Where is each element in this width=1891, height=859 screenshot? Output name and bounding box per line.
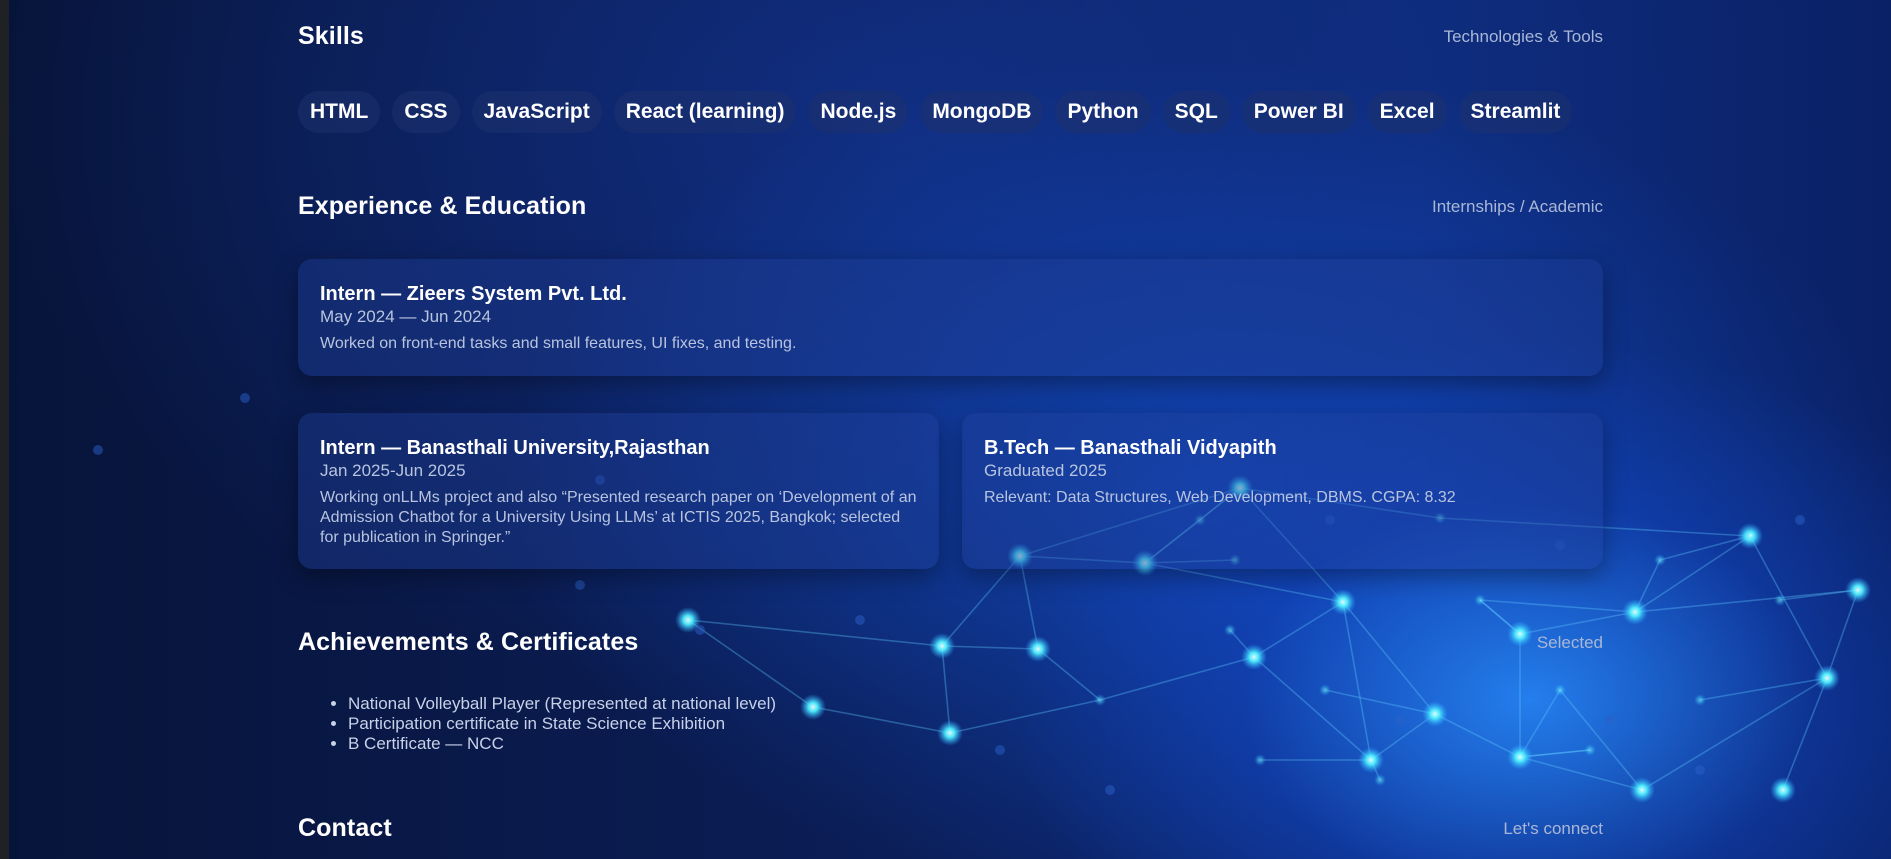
network-node	[1358, 747, 1384, 773]
network-link	[1782, 677, 1828, 791]
network-node	[1745, 529, 1757, 541]
network-link	[1342, 601, 1372, 761]
skill-chip: SQL	[1162, 91, 1230, 133]
contact-section-header: Contact Let's connect	[298, 814, 1603, 846]
network-link	[1826, 589, 1859, 679]
network-node	[800, 694, 826, 720]
network-node	[1694, 694, 1706, 706]
card-description: Working onLLMs project and also “Present…	[320, 489, 917, 546]
network-node	[1330, 589, 1356, 615]
skill-chip: Excel	[1367, 91, 1447, 133]
card-date: Graduated 2025	[984, 461, 1107, 480]
card-description: Worked on front-end tasks and small feat…	[320, 335, 797, 352]
skills-subtitle: Technologies & Tools	[1443, 27, 1603, 46]
experience-title: Experience & Education	[298, 192, 587, 220]
network-dot	[1395, 715, 1405, 725]
network-node	[1422, 701, 1448, 727]
experience-section-header: Experience & Education Internships / Aca…	[298, 192, 1603, 224]
network-node	[1629, 777, 1655, 803]
network-node	[1319, 684, 1331, 696]
network-link	[812, 706, 951, 734]
skills-chip-list: HTML CSS JavaScript React (learning) Nod…	[298, 91, 1573, 133]
network-dot	[575, 580, 585, 590]
network-link	[1519, 756, 1643, 791]
skill-chip: Streamlit	[1458, 91, 1573, 133]
skills-section-header: Skills Technologies & Tools	[298, 22, 1603, 54]
skill-chip: JavaScript	[471, 91, 602, 133]
network-link	[1659, 535, 1751, 561]
achievements-subtitle: Selected	[1536, 633, 1603, 652]
network-dot	[93, 445, 103, 455]
network-node	[1584, 744, 1596, 756]
network-link	[1634, 589, 1859, 613]
card-title: B.Tech — Banasthali Vidyapith	[984, 437, 1277, 459]
network-node	[1814, 665, 1840, 691]
network-node	[1654, 554, 1666, 566]
network-dot	[855, 615, 865, 625]
experience-subtitle: Internships / Academic	[1431, 197, 1603, 216]
network-link	[1749, 535, 1828, 679]
achievements-list: National Volleyball Player (Represented …	[348, 694, 776, 754]
skill-chip: Python	[1055, 91, 1151, 133]
network-link	[1634, 535, 1751, 613]
skill-chip: HTML	[298, 91, 381, 133]
network-node	[1507, 744, 1533, 770]
network-dot	[240, 393, 250, 403]
experience-card-zieers: Intern — Zieers System Pvt. Ltd. May 202…	[298, 259, 1603, 376]
skill-chip: Power BI	[1241, 91, 1356, 133]
network-node	[1622, 599, 1648, 625]
network-link	[1253, 656, 1372, 761]
network-link	[949, 699, 1101, 734]
card-date: May 2024 — Jun 2024	[320, 307, 492, 326]
card-date: Jan 2025-Jun 2025	[320, 461, 466, 480]
network-link	[1434, 713, 1521, 758]
list-item: National Volleyball Player (Represented …	[348, 694, 776, 714]
network-dot	[1795, 515, 1805, 525]
skill-chip: Node.js	[808, 91, 909, 133]
network-node	[937, 720, 963, 746]
contact-subtitle: Let's connect	[1503, 819, 1603, 838]
achievements-section-header: Achievements & Certificates Selected	[298, 628, 1603, 660]
network-dot	[1105, 785, 1115, 795]
education-card-btech: B.Tech — Banasthali Vidyapith Graduated …	[962, 413, 1603, 569]
network-node	[1374, 774, 1386, 786]
network-node	[1845, 577, 1871, 603]
network-dot	[1605, 715, 1615, 725]
network-node	[1094, 694, 1106, 706]
card-title: Intern — Banasthali University,Rajasthan	[320, 437, 710, 459]
network-node	[1254, 754, 1266, 766]
skill-chip: React (learning)	[613, 91, 797, 133]
network-node	[1474, 594, 1486, 606]
network-dot	[1695, 765, 1705, 775]
network-node	[1774, 594, 1786, 606]
card-title: Intern — Zieers System Pvt. Ltd.	[320, 283, 627, 305]
network-dot	[995, 745, 1005, 755]
skill-chip: MongoDB	[920, 91, 1044, 133]
experience-card-banasthali-intern: Intern — Banasthali University,Rajasthan…	[298, 413, 939, 569]
network-link	[1099, 656, 1255, 701]
network-node	[1554, 684, 1566, 696]
network-link	[1479, 599, 1636, 613]
card-description: Relevant: Data Structures, Web Developme…	[984, 489, 1456, 506]
network-node	[1770, 777, 1796, 803]
list-item: Participation certificate in State Scien…	[348, 714, 776, 734]
contact-title: Contact	[298, 814, 392, 842]
achievements-title: Achievements & Certificates	[298, 628, 639, 656]
list-item: B Certificate — NCC	[348, 734, 776, 754]
skills-title: Skills	[298, 22, 364, 50]
network-link	[1559, 689, 1643, 791]
skill-chip: CSS	[392, 91, 460, 133]
